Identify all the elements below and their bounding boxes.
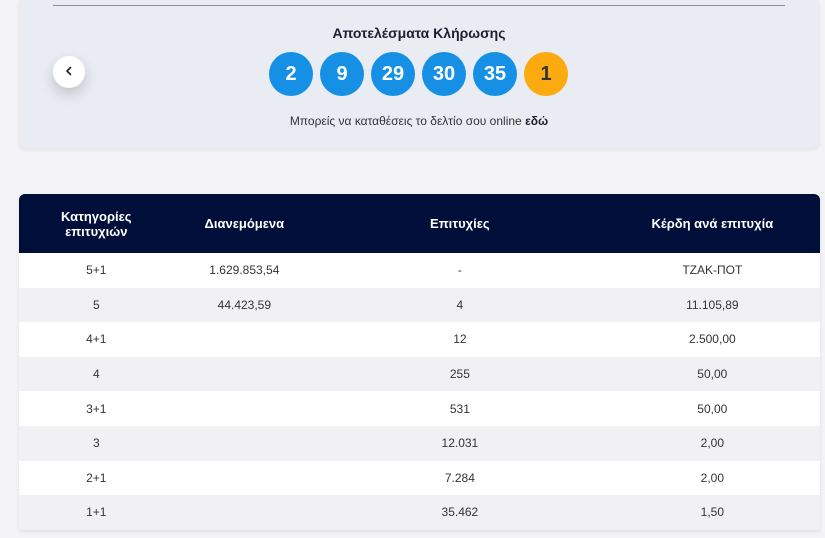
cell-prize: 2.500,00 [604, 322, 820, 357]
table-row: 4 255 50,00 [19, 356, 820, 392]
header-winners: Επιτυχίες [315, 194, 605, 253]
deposit-here-link[interactable]: εδώ [525, 114, 548, 128]
cell-category: 4+1 [19, 322, 174, 357]
table-row: 5+1 1.629.853,54 - ΤΖΑΚ-ΠΟΤ [19, 253, 820, 288]
cell-winners: 12 [315, 322, 605, 357]
cell-winners: 7.284 [315, 460, 605, 496]
deposit-text: Μπορείς να καταθέσεις το δελτίο σου onli… [289, 114, 522, 128]
draw-results-title: Αποτελέσματα Κλήρωσης [332, 25, 506, 41]
winning-numbers: 2 9 29 30 35 1 [269, 52, 568, 96]
cell-distributed [173, 495, 316, 530]
cell-distributed [173, 391, 316, 426]
cell-winners: 12.031 [315, 425, 605, 461]
cell-distributed [173, 322, 316, 357]
cell-category: 5 [19, 287, 174, 323]
cell-category: 5+1 [19, 253, 174, 288]
cell-prize: 1,50 [604, 495, 820, 530]
cell-category: 3 [19, 425, 174, 461]
cell-prize: ΤΖΑΚ-ΠΟΤ [604, 253, 820, 288]
cell-category: 3+1 [19, 391, 174, 426]
cell-winners: - [315, 253, 605, 288]
cell-winners: 531 [315, 391, 605, 426]
table-row: 4+1 12 2.500,00 [19, 322, 820, 357]
number-ball: 35 [473, 52, 517, 96]
chevron-left-icon [64, 63, 74, 81]
bonus-ball: 1 [524, 52, 568, 96]
cell-distributed [173, 425, 316, 461]
cell-distributed [173, 356, 316, 392]
prize-breakdown-table: Κατηγορίες επιτυχιών Διανεμόμενα Επιτυχί… [19, 194, 820, 530]
table-row: 2+1 7.284 2,00 [19, 460, 820, 496]
cell-prize: 2,00 [604, 460, 820, 496]
cell-winners: 4 [315, 287, 605, 323]
table-row: 3+1 531 50,00 [19, 391, 820, 426]
cell-winners: 35.462 [315, 495, 605, 530]
previous-draw-button[interactable] [53, 56, 85, 88]
number-ball: 9 [320, 52, 364, 96]
cell-category: 2+1 [19, 460, 174, 496]
table-row: 3 12.031 2,00 [19, 425, 820, 461]
cell-prize: 50,00 [604, 391, 820, 426]
cell-distributed: 1.629.853,54 [173, 253, 316, 288]
number-ball: 29 [371, 52, 415, 96]
cell-category: 4 [19, 356, 174, 392]
number-ball: 2 [269, 52, 313, 96]
cell-prize: 50,00 [604, 356, 820, 392]
cell-distributed [173, 460, 316, 496]
draw-results-panel: Αποτελέσματα Κλήρωσης 2 9 29 30 35 1 Μπο… [19, 0, 819, 148]
table-row: 5 44.423,59 4 11.105,89 [19, 287, 820, 323]
cell-prize: 2,00 [604, 425, 820, 461]
cell-category: 1+1 [19, 495, 174, 530]
cell-prize: 11.105,89 [604, 287, 820, 323]
header-categories: Κατηγορίες επιτυχιών [19, 194, 174, 253]
table-header-row: Κατηγορίες επιτυχιών Διανεμόμενα Επιτυχί… [19, 194, 820, 253]
header-prize-per-winner: Κέρδη ανά επιτυχία [604, 194, 820, 253]
number-ball: 30 [422, 52, 466, 96]
panel-divider [53, 5, 785, 6]
table-row: 1+1 35.462 1,50 [19, 495, 820, 530]
header-distributed: Διανεμόμενα [173, 194, 316, 253]
deposit-online-text: Μπορείς να καταθέσεις το δελτίο σου onli… [19, 114, 819, 128]
cell-distributed: 44.423,59 [173, 287, 316, 323]
cell-winners: 255 [315, 356, 605, 392]
